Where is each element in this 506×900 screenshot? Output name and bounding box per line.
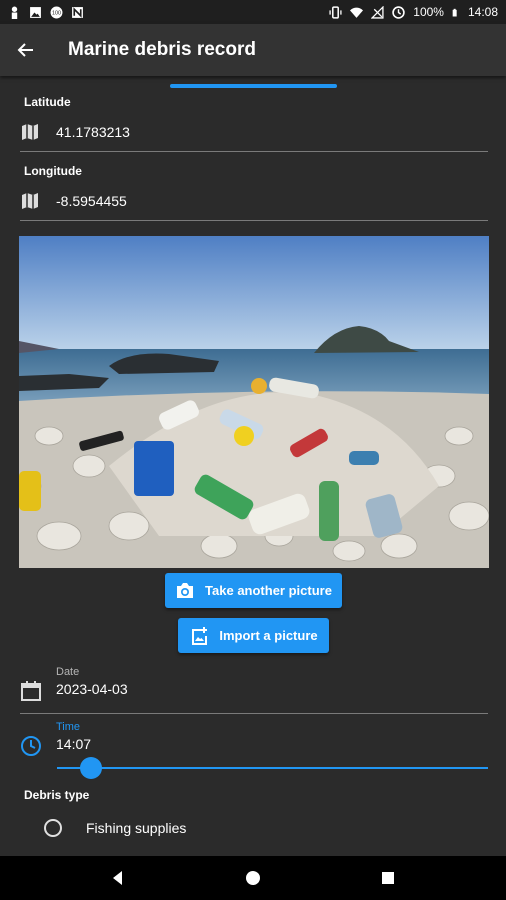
debris-type-label: Debris type — [24, 788, 90, 802]
map-icon — [20, 122, 40, 142]
take-picture-label: Take another picture — [205, 583, 332, 598]
vibrate-icon — [329, 5, 342, 19]
time-field[interactable]: Time 14:07 — [20, 721, 488, 761]
image-icon — [30, 6, 41, 18]
clock-icon — [21, 736, 41, 756]
person-icon — [11, 6, 18, 19]
import-picture-label: Import a picture — [219, 628, 318, 643]
time-slider-track[interactable] — [57, 767, 488, 769]
longitude-label: Longitude — [24, 164, 82, 178]
latitude-field[interactable]: 41.1783213 — [20, 112, 488, 152]
add-photo-icon — [192, 626, 208, 645]
debris-photo — [19, 236, 489, 568]
date-label: Date — [56, 666, 80, 678]
status-bar: 100 100% 14:08 — [0, 0, 506, 24]
time-slider-thumb[interactable] — [80, 757, 103, 779]
latitude-label: Latitude — [24, 95, 71, 109]
import-picture-button[interactable]: Import a picture — [178, 618, 329, 653]
form-content[interactable]: Latitude 41.1783213 Longitude -8.5954455 — [0, 76, 506, 856]
alarm-icon — [392, 5, 405, 19]
calendar-icon — [21, 681, 41, 701]
camera-icon — [177, 582, 194, 598]
battery-icon — [452, 8, 457, 16]
battery-percent: 100% — [413, 5, 444, 19]
map-icon — [20, 191, 40, 211]
debris-option-label: Fishing supplies — [86, 820, 187, 836]
no-signal-icon — [371, 5, 384, 19]
date-value: 2023-04-03 — [56, 681, 128, 697]
square-recents-icon — [382, 872, 395, 884]
n-icon — [72, 6, 83, 18]
take-picture-button[interactable]: Take another picture — [165, 573, 342, 608]
page-title: Marine debris record — [68, 39, 256, 60]
arrow-back-icon — [17, 43, 33, 57]
sim-icon: 100 — [50, 6, 63, 18]
longitude-value: -8.5954455 — [56, 192, 127, 209]
time-value: 14:07 — [56, 736, 92, 752]
circle-home-icon — [245, 871, 260, 885]
status-time: 14:08 — [467, 5, 498, 19]
triangle-back-icon — [112, 871, 122, 885]
time-label: Time — [56, 721, 81, 733]
scroll-indicator — [170, 84, 337, 88]
app-bar: Marine debris record — [0, 24, 506, 76]
back-button[interactable] — [0, 24, 52, 76]
radio-button[interactable] — [44, 819, 62, 837]
nav-recents-button[interactable] — [368, 858, 408, 898]
system-nav-bar — [0, 856, 506, 900]
latitude-value: 41.1783213 — [56, 123, 130, 140]
wifi-icon — [350, 7, 364, 18]
nav-back-button[interactable] — [98, 858, 138, 898]
nav-home-button[interactable] — [233, 858, 273, 898]
longitude-field[interactable]: -8.5954455 — [20, 181, 488, 221]
date-field[interactable]: Date 2023-04-03 — [20, 666, 488, 714]
svg-text:100: 100 — [52, 10, 61, 16]
debris-option-fishing[interactable]: Fishing supplies — [44, 819, 186, 837]
